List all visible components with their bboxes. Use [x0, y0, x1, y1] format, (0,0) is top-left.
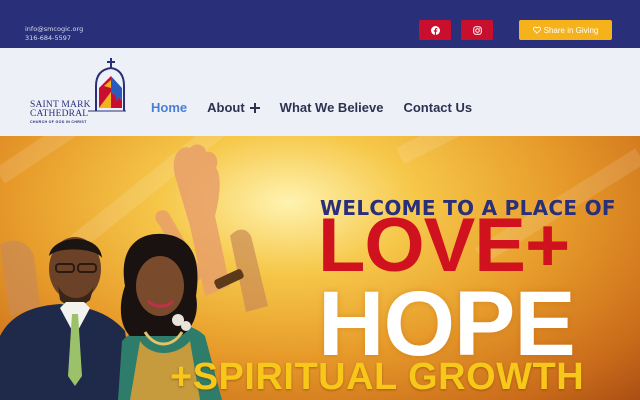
facebook-icon — [430, 25, 440, 35]
nav-home[interactable]: Home — [151, 100, 187, 115]
nav-home-label: Home — [151, 100, 188, 115]
nav-contact-us[interactable]: Contact Us — [403, 100, 472, 115]
hero-banner: WELCOME TO A PLACE OF LOVE+ HOPE +SPIRIT… — [0, 136, 640, 400]
instagram-button[interactable] — [461, 20, 493, 40]
instagram-icon — [472, 25, 482, 35]
give-label: Share in Giving — [543, 25, 599, 35]
facebook-button[interactable] — [419, 20, 451, 40]
contact-info: info@smcogic.org 316-684-5597 — [25, 25, 83, 43]
logo-name-line2: CATHEDRAL — [30, 109, 89, 119]
heart-icon — [532, 26, 541, 34]
nav-what-we-believe[interactable]: What We Believe — [280, 100, 384, 115]
church-logo[interactable]: SAINT MARK CATHEDRAL CHURCH OF GOD IN CH… — [28, 56, 128, 128]
nav-what-we-believe-label: What We Believe — [279, 100, 384, 115]
nav-about[interactable]: About — [207, 100, 260, 115]
plus-icon — [249, 102, 260, 113]
top-bar: info@smcogic.org 316-684-5597 Share in G… — [0, 0, 640, 48]
share-in-giving-button[interactable]: Share in Giving — [519, 20, 612, 40]
hero-spiritual-growth-text: +SPIRITUAL GROWTH — [170, 356, 585, 398]
site-header: SAINT MARK CATHEDRAL CHURCH OF GOD IN CH… — [0, 48, 640, 136]
nav-contact-us-label: Contact Us — [403, 100, 473, 115]
nav-about-label: About — [207, 100, 245, 115]
main-nav: Home About What We Believe Contact Us — [151, 100, 492, 115]
contact-email[interactable]: info@smcogic.org — [25, 25, 83, 34]
logo-tagline: CHURCH OF GOD IN CHRIST — [30, 120, 87, 124]
contact-phone[interactable]: 316-684-5597 — [25, 34, 83, 43]
